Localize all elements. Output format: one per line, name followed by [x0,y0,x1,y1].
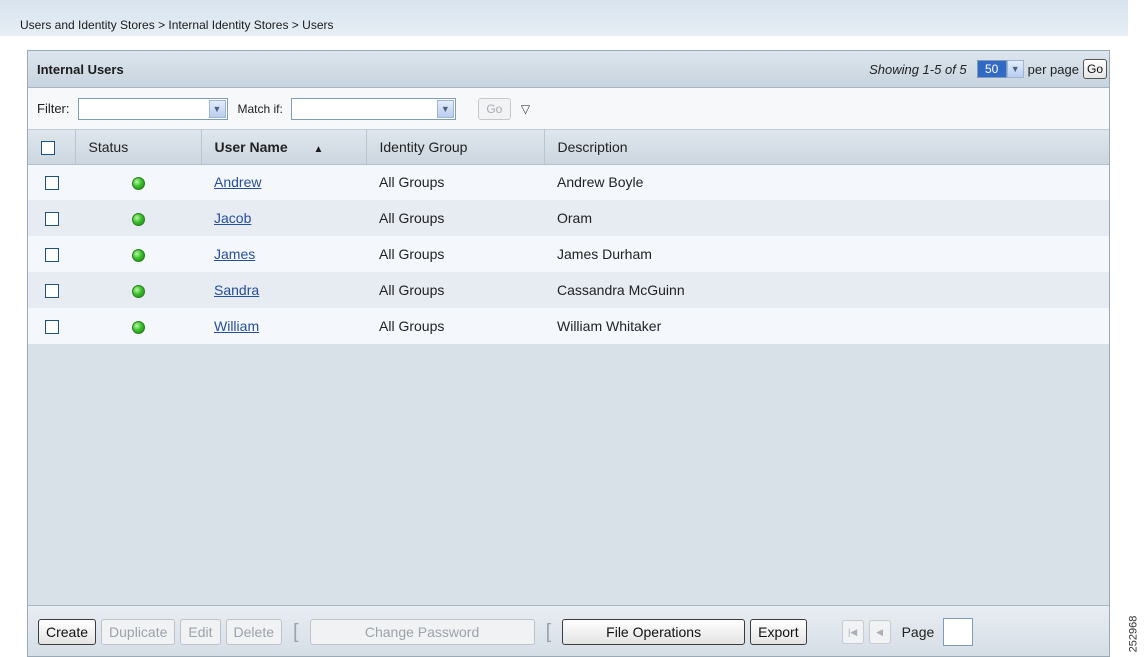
status-enabled-icon [131,248,145,262]
page: Users and Identity Stores > Internal Ide… [0,0,1147,657]
status-enabled-icon [131,177,145,191]
description-cell: Cassandra McGuinn [544,272,1109,308]
duplicate-button[interactable]: Duplicate [101,619,176,645]
page-label: Page [901,624,935,640]
export-button[interactable]: Export [750,619,807,645]
chevron-down-icon[interactable]: ▼ [1006,60,1024,78]
user-name-cell: James [201,236,366,272]
row-checkbox[interactable] [44,320,59,335]
user-name-link[interactable]: James [214,246,255,262]
status-cell [75,164,201,200]
first-page-icon[interactable]: |◀ [841,620,864,644]
row-checkbox-cell [28,200,75,236]
row-checkbox[interactable] [44,212,59,227]
column-header-user-name[interactable]: User Name ▲ [201,130,367,165]
user-name-link[interactable]: Jacob [214,210,251,226]
status-cell [75,272,201,308]
toolbar-separator: [ [293,621,299,643]
row-checkbox-cell [28,236,75,272]
table-row: Andrew All Groups Andrew Boyle [28,164,1109,200]
filter-select[interactable]: ▼ [77,97,228,120]
match-if-label: Match if: [237,101,283,116]
select-all-checkbox[interactable] [41,140,55,155]
table-row: Jacob All Groups Oram [28,200,1109,236]
identity-group-cell: All Groups [366,272,544,308]
filter-bar: Filter: ▼ Match if: ▼ Go ▽ [28,88,1109,130]
filter-label: Filter: [37,101,70,116]
status-cell [75,308,201,344]
user-name-cell: William [201,308,366,344]
page-number-input[interactable] [943,618,974,646]
paging-controls-top: Showing 1-5 of 5 50 ▼ per page Go [869,59,1107,79]
table-header-row: Status User Name ▲ Identity Group Descri… [28,130,1109,165]
change-password-button[interactable]: Change Password [309,619,535,645]
description-cell: William Whitaker [544,308,1109,344]
table-row: James All Groups James Durham [28,236,1109,272]
row-checkbox[interactable] [44,284,59,299]
per-page-select[interactable]: 50 ▼ [976,60,1024,78]
identity-group-cell: All Groups [366,236,544,272]
per-page-go-button[interactable]: Go [1082,59,1107,79]
toolbar-separator: [ [545,621,552,643]
status-enabled-icon [131,320,145,334]
match-if-select[interactable]: ▼ [290,97,456,120]
create-button[interactable]: Create [38,619,97,645]
per-page-value: 50 [976,60,1007,78]
panel-header: Internal Users Showing 1-5 of 5 50 ▼ per… [28,51,1109,88]
filter-go-button[interactable]: Go [477,97,511,120]
users-table: Status User Name ▲ Identity Group Descri… [28,130,1109,344]
edit-button[interactable]: Edit [180,619,221,645]
column-header-identity-group[interactable]: Identity Group [366,130,545,165]
description-cell: Andrew Boyle [544,164,1109,200]
sort-ascending-icon: ▲ [313,143,324,155]
chevron-down-icon[interactable]: ▼ [208,99,226,118]
user-name-cell: Andrew [201,164,366,200]
user-name-cell: Sandra [201,272,366,308]
figure-id-text: 252968 [1127,615,1139,653]
user-name-cell: Jacob [201,200,366,236]
row-checkbox[interactable] [44,248,59,263]
user-name-link[interactable]: Andrew [214,174,261,190]
identity-group-cell: All Groups [366,164,544,200]
row-checkbox-cell [28,272,75,308]
description-cell: Oram [544,200,1109,236]
panel-title: Internal Users [37,61,124,77]
triangle-down-icon[interactable]: ▽ [521,102,530,116]
identity-group-cell: All Groups [366,308,544,344]
user-name-link[interactable]: Sandra [214,282,259,298]
breadcrumb: Users and Identity Stores > Internal Ide… [0,0,1128,36]
status-cell [75,236,201,272]
figure-id: 252968 [1121,612,1145,656]
row-checkbox[interactable] [44,176,59,191]
status-cell [75,200,201,236]
action-toolbar: Create Duplicate Edit Delete [ Change Pa… [28,605,1109,656]
showing-count: Showing 1-5 of 5 [869,61,967,77]
status-enabled-icon [131,284,145,298]
previous-page-icon[interactable]: ◀ [868,620,891,644]
identity-group-cell: All Groups [366,200,544,236]
select-all-header [28,130,76,165]
per-page-label: per page [1027,61,1079,77]
table-row: Sandra All Groups Cassandra McGuinn [28,272,1109,308]
chevron-down-icon[interactable]: ▼ [436,99,454,118]
internal-users-panel: Internal Users Showing 1-5 of 5 50 ▼ per… [27,50,1110,657]
file-operations-button[interactable]: File Operations [562,619,746,645]
row-checkbox-cell [28,164,75,200]
status-enabled-icon [131,212,145,226]
description-cell: James Durham [544,236,1109,272]
column-header-description[interactable]: Description [544,130,1109,165]
column-header-status[interactable]: Status [75,130,202,165]
row-checkbox-cell [28,308,75,344]
table-row: William All Groups William Whitaker [28,308,1109,344]
column-header-user-name-label: User Name [214,138,288,155]
user-name-link[interactable]: William [214,318,259,334]
delete-button[interactable]: Delete [225,619,282,645]
